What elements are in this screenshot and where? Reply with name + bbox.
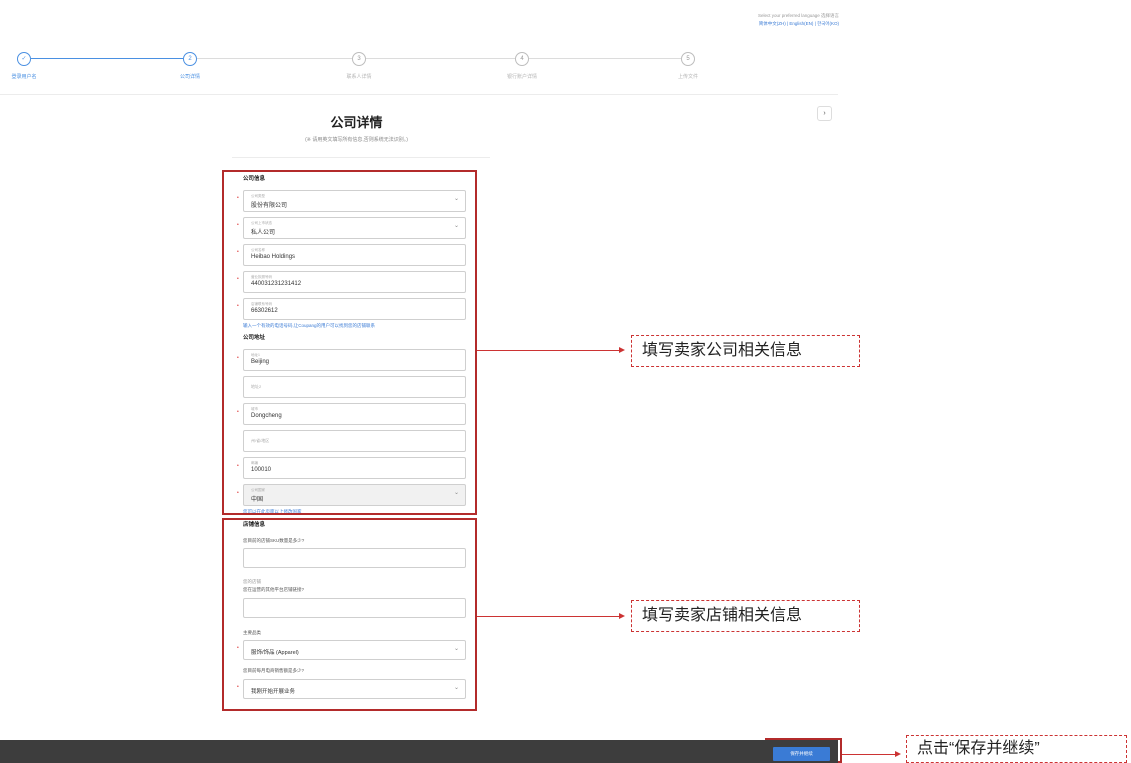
company-info-callout: 填写卖家公司相关信息 (631, 335, 860, 367)
save-and-continue-button[interactable]: 保存并继续 (773, 747, 830, 761)
arrow-head-icon (895, 751, 901, 757)
step-3-indicator: 3 (352, 52, 366, 66)
step-connector (529, 58, 681, 59)
divider (232, 157, 490, 158)
company-info-highlight-box (222, 170, 477, 515)
step-2-label: 公司详情 (179, 74, 201, 80)
step-1-label: 登录用户名 (11, 74, 37, 80)
page-subtitle: (※ 请用英文填写所有信息,否则系统无法识别。) (305, 137, 408, 143)
expand-panel-chevron-icon[interactable]: › (817, 106, 832, 121)
store-info-callout: 填写卖家店铺相关信息 (631, 600, 860, 632)
step-1-check-icon[interactable]: ✓ (17, 52, 31, 66)
annotation-arrow (477, 350, 619, 351)
annotation-arrow (477, 616, 619, 617)
step-5-indicator: 5 (681, 52, 695, 66)
arrow-head-icon (619, 613, 625, 619)
progress-stepper: ✓ 2 3 4 5 登录用户名 公司详情 联系人详情 银行账户详情 上传文件 (0, 0, 838, 95)
step-4-label: 银行账户详情 (506, 74, 538, 80)
step-2-indicator[interactable]: 2 (183, 52, 197, 66)
annotation-arrow (842, 754, 895, 755)
step-5-label: 上传文件 (677, 74, 699, 80)
step-connector (197, 58, 352, 59)
page-title: 公司详情 (330, 115, 383, 130)
store-info-highlight-box (222, 518, 477, 711)
step-connector (31, 58, 183, 59)
step-3-label: 联系人详情 (346, 74, 372, 80)
step-4-indicator: 4 (515, 52, 529, 66)
save-callout: 点击“保存并继续” (906, 735, 1127, 763)
footer-bar (0, 740, 838, 763)
step-connector (366, 58, 515, 59)
arrow-head-icon (619, 347, 625, 353)
